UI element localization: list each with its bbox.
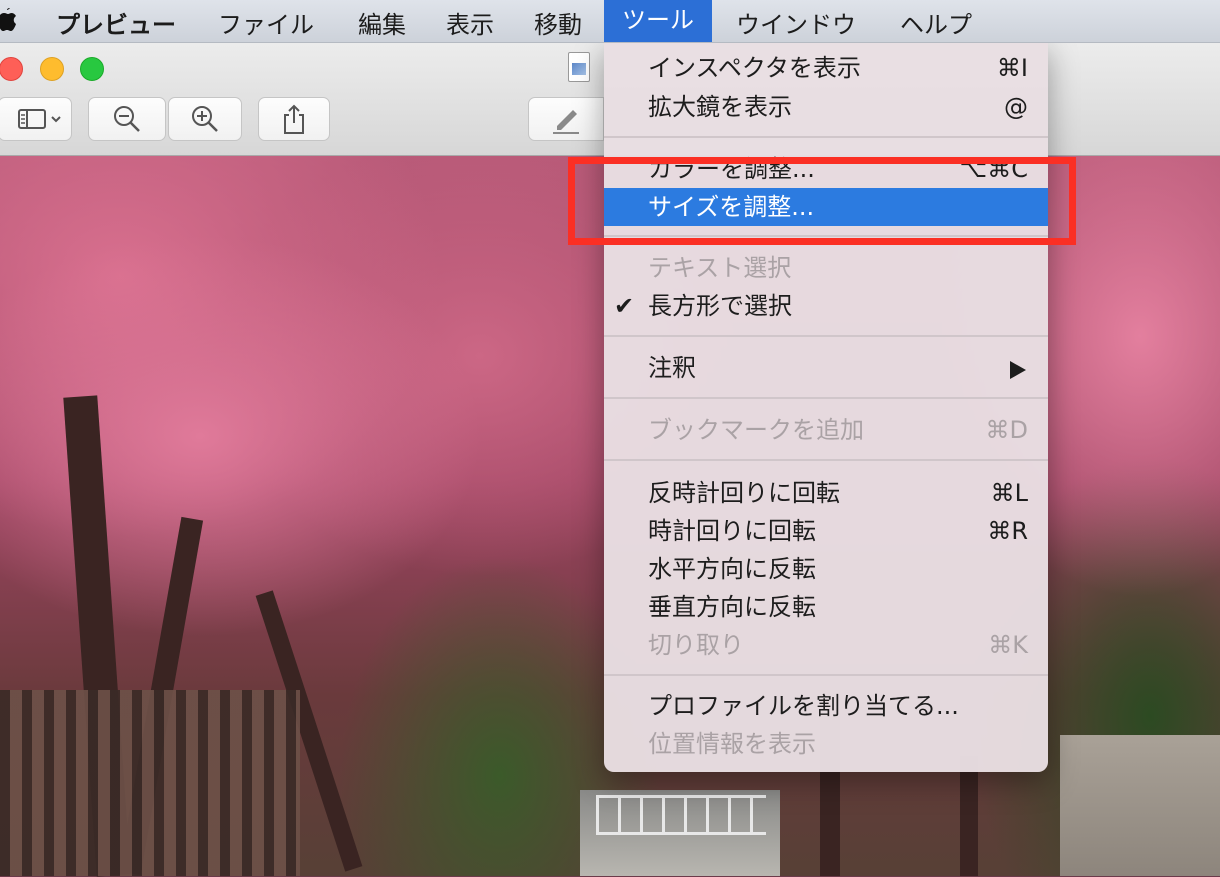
sidebar-toggle-button[interactable] <box>0 97 72 141</box>
zoom-out-button[interactable] <box>88 97 166 141</box>
tree-trunk <box>960 756 978 876</box>
stone-wall <box>1060 735 1220 876</box>
menu-item-rotate-right[interactable]: 時計回りに回転 ⌘R <box>604 512 1048 550</box>
guard-rail <box>596 795 766 835</box>
menu-bar: プレビュー ファイル 編集 表示 移動 ツール ウインドウ ヘルプ <box>0 0 1220 43</box>
menu-help[interactable]: ヘルプ <box>900 5 972 40</box>
share-button[interactable] <box>258 97 330 141</box>
fence <box>0 690 300 876</box>
menu-item-flip-horizontal[interactable]: 水平方向に反転 <box>604 550 1048 588</box>
tools-menu: インスペクタを表示 ⌘I 拡大鏡を表示 @ カラーを調整... ⌥⌘C サイズを調整.… <box>604 42 1048 772</box>
menu-item-rotate-left[interactable]: 反時計回りに回転 ⌘L <box>604 474 1048 512</box>
highlight-annotation-box <box>568 157 1076 245</box>
menu-view[interactable]: 表示 <box>446 5 494 40</box>
document-icon <box>568 52 590 82</box>
menu-go[interactable]: 移動 <box>534 5 582 40</box>
submenu-arrow-icon <box>1010 361 1026 379</box>
zoom-out-icon <box>114 106 140 132</box>
menu-item-show-location[interactable]: 位置情報を表示 <box>604 725 1048 763</box>
sidebar-icon <box>18 109 46 129</box>
menu-window[interactable]: ウインドウ <box>736 5 856 40</box>
menu-separator <box>604 459 1048 461</box>
checkmark-icon: ✔ <box>614 292 635 320</box>
chevron-down-icon <box>51 116 61 123</box>
apple-icon[interactable] <box>0 6 16 34</box>
zoom-in-button[interactable] <box>168 97 242 141</box>
menu-item-text-selection[interactable]: テキスト選択 <box>604 249 1048 287</box>
menu-item-show-magnifier[interactable]: 拡大鏡を表示 @ <box>604 88 1048 126</box>
minimize-window-button[interactable] <box>40 57 64 81</box>
menu-item-assign-profile[interactable]: プロファイルを割り当てる... <box>604 687 1048 725</box>
menu-app-preview[interactable]: プレビュー <box>56 5 176 40</box>
menu-tools[interactable]: ツール <box>604 0 712 42</box>
markup-button[interactable] <box>528 97 604 141</box>
menu-item-crop[interactable]: 切り取り ⌘K <box>604 626 1048 664</box>
menu-separator <box>604 397 1048 399</box>
menu-file[interactable]: ファイル <box>218 5 314 40</box>
menu-separator <box>604 674 1048 676</box>
menu-edit[interactable]: 編集 <box>358 5 406 40</box>
markup-pen-icon <box>553 110 579 134</box>
menu-item-rectangular-selection[interactable]: ✔ 長方形で選択 <box>604 287 1048 325</box>
menu-item-add-bookmark[interactable]: ブックマークを追加 ⌘D <box>604 411 1048 449</box>
menu-separator <box>604 335 1048 337</box>
menu-separator <box>604 136 1048 138</box>
close-window-button[interactable] <box>0 57 23 81</box>
menu-item-flip-vertical[interactable]: 垂直方向に反転 <box>604 588 1048 626</box>
menu-item-show-inspector[interactable]: インスペクタを表示 ⌘I <box>604 49 1048 87</box>
share-icon <box>284 104 304 134</box>
menu-item-annotate[interactable]: 注釈 <box>604 349 1048 387</box>
zoom-in-icon <box>192 106 218 132</box>
zoom-window-button[interactable] <box>80 57 104 81</box>
